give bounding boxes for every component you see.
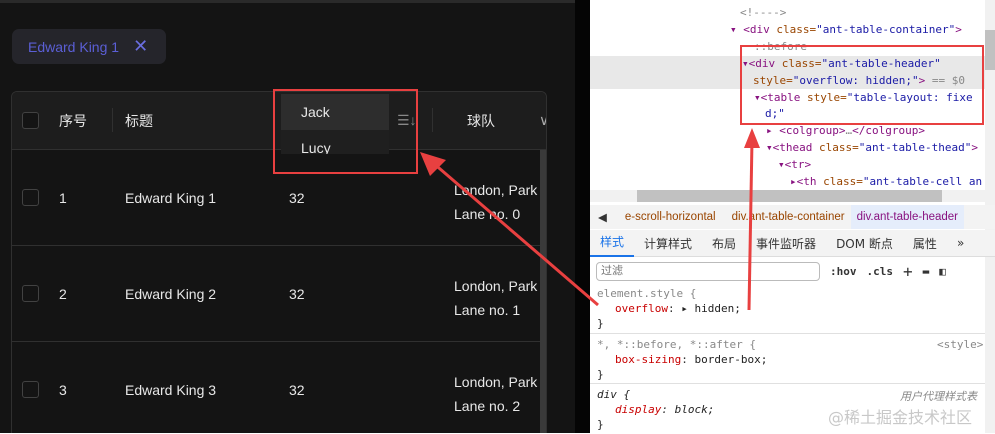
arrow-head — [744, 128, 760, 148]
arrow-line — [431, 160, 599, 307]
annotation-arrows — [420, 128, 760, 311]
arrow-line — [747, 139, 754, 311]
